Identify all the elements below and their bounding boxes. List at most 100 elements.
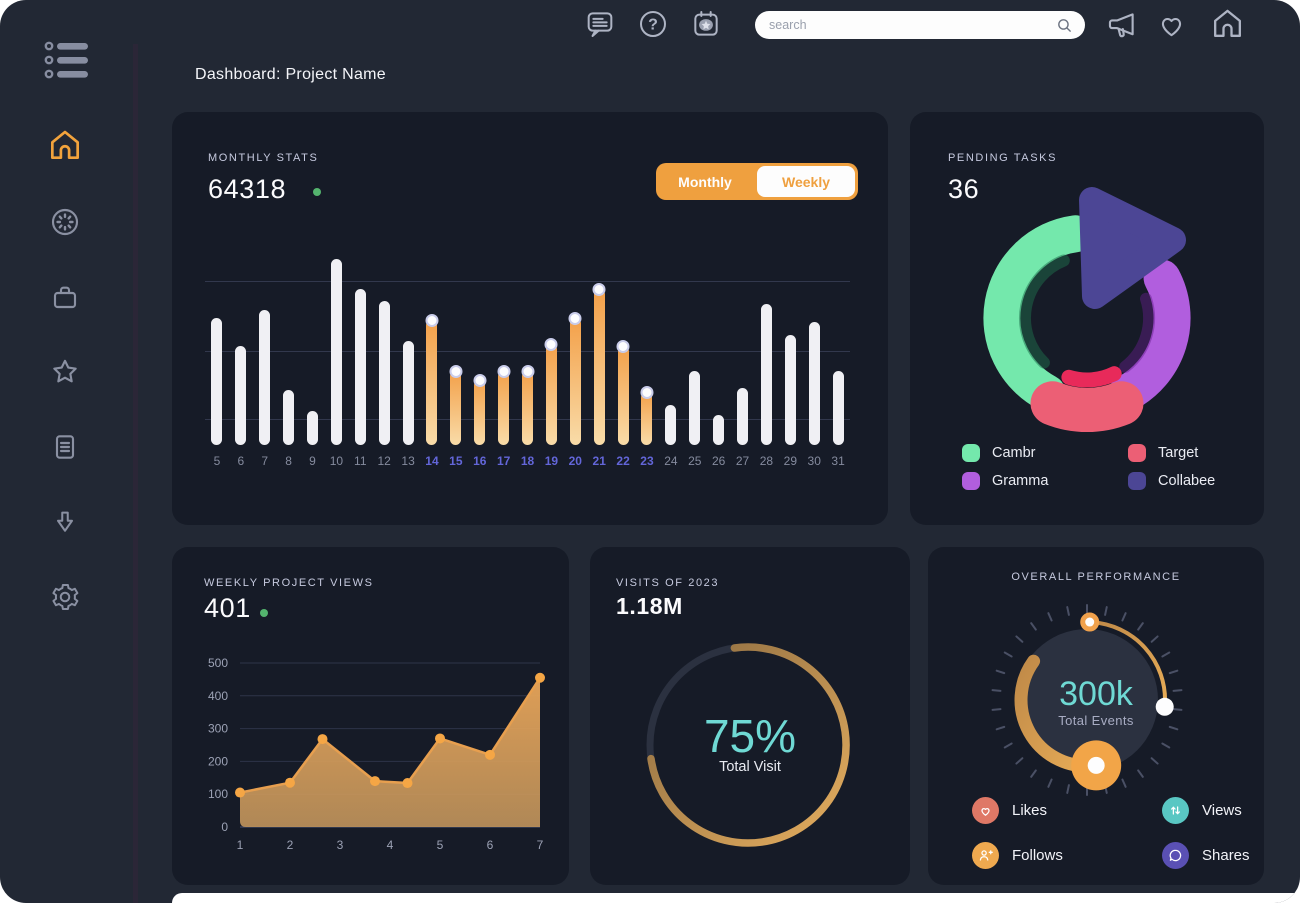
bar-tick-label: 27: [736, 454, 749, 469]
bar-slot-9: 9: [301, 245, 325, 469]
legend-swatch: [1128, 444, 1146, 462]
help-icon[interactable]: ?: [637, 8, 669, 40]
menu-list-icon[interactable]: [44, 40, 96, 80]
bar-slot-11: 11: [348, 245, 372, 469]
sidebar-item-favorites[interactable]: [49, 356, 81, 388]
sidebar-item-dashboard[interactable]: [49, 206, 81, 238]
performance-gauge: [928, 547, 1264, 797]
heart-icon[interactable]: [1156, 10, 1187, 41]
bar-day-13: [403, 341, 414, 446]
svg-text:500: 500: [208, 656, 228, 670]
performance-legend-item-shares: Shares: [1162, 842, 1250, 869]
bar-day-5: [211, 318, 222, 445]
bar-slot-19: 19: [539, 245, 563, 469]
bar-slot-20: 20: [563, 245, 587, 469]
bar-knob: [473, 374, 486, 387]
toggle-weekly-button[interactable]: Weekly: [757, 166, 855, 197]
gauge-value: 300k: [928, 675, 1264, 714]
visits-card: VISITS OF 2023 1.18M 75% Total Visit: [590, 547, 910, 885]
bar-tick-label: 25: [688, 454, 701, 469]
bar-day-17: [498, 371, 509, 445]
toggle-monthly-button[interactable]: Monthly: [656, 163, 754, 200]
bar-tick-label: 22: [616, 454, 629, 469]
gridline: [205, 281, 850, 282]
performance-legend-item-views: Views: [1162, 797, 1250, 824]
bar-tick-label: 18: [521, 454, 534, 469]
bar-tick-label: 23: [640, 454, 653, 469]
bar-slot-16: 16: [468, 245, 492, 469]
bar-day-11: [355, 289, 366, 445]
bar-day-29: [785, 335, 796, 445]
bar-slot-15: 15: [444, 245, 468, 469]
bar-slot-31: 31: [826, 245, 850, 469]
status-dot: [313, 188, 321, 196]
arrows-up-down-icon: [1162, 797, 1189, 824]
bar-day-28: [761, 304, 772, 445]
svg-text:200: 200: [208, 754, 228, 768]
person-plus-icon: [972, 842, 999, 869]
performance-legend-label: Shares: [1202, 847, 1250, 864]
sidebar-item-settings[interactable]: [49, 581, 81, 613]
monthly-bar-chart: 5678910111213141516171819202122232425262…: [205, 245, 850, 469]
svg-text:0: 0: [221, 820, 228, 834]
sidebar-item-documents[interactable]: [49, 431, 81, 463]
sidebar-item-bag[interactable]: [49, 281, 81, 313]
bar-knob: [617, 340, 630, 353]
bar-tick-label: 21: [593, 454, 606, 469]
bar-day-7: [259, 310, 270, 445]
sidebar-divider: [133, 44, 138, 903]
bar-slot-8: 8: [277, 245, 301, 469]
bar-day-26: [713, 415, 724, 445]
bar-slot-6: 6: [229, 245, 253, 469]
legend-item-cambr: Cambr: [962, 444, 1128, 462]
search-icon[interactable]: [1056, 17, 1073, 34]
svg-text:6: 6: [487, 838, 494, 852]
bar-tick-label: 19: [545, 454, 558, 469]
legend-item-collabee: Collabee: [1128, 472, 1232, 490]
home-icon[interactable]: [1209, 5, 1246, 42]
legend-swatch: [962, 472, 980, 490]
legend-label: Gramma: [992, 473, 1048, 489]
bar-tick-label: 6: [237, 454, 244, 469]
bar-day-24: [665, 405, 676, 445]
bar-tick-label: 31: [831, 454, 844, 469]
svg-text:100: 100: [208, 787, 228, 801]
monthly-stats-value: 64318: [208, 174, 286, 205]
page-title: Dashboard: Project Name: [195, 66, 386, 84]
bar-tick-label: 13: [401, 454, 414, 469]
search-bar: [755, 11, 1085, 39]
bar-day-27: [737, 388, 748, 445]
svg-text:?: ?: [648, 17, 658, 34]
bar-slot-17: 17: [492, 245, 516, 469]
bar-slot-24: 24: [659, 245, 683, 469]
overall-performance-card: OVERALL PERFORMANCE 300k Total Events Li…: [928, 547, 1264, 885]
bar-slot-23: 23: [635, 245, 659, 469]
bar-day-21: [594, 289, 605, 445]
legend-label: Cambr: [992, 445, 1036, 461]
calendar-star-icon[interactable]: [690, 8, 722, 40]
chat-icon[interactable]: [584, 8, 616, 40]
bar-day-25: [689, 371, 700, 445]
svg-text:1: 1: [237, 838, 244, 852]
period-toggle: Monthly Weekly: [656, 163, 858, 200]
bar-tick-label: 26: [712, 454, 725, 469]
bar-day-14: [426, 320, 437, 445]
sidebar-item-home[interactable]: [46, 126, 84, 164]
chat-bubble-icon: [1162, 842, 1189, 869]
pending-tasks-donut: [937, 172, 1237, 458]
legend-label: Collabee: [1158, 473, 1215, 489]
bar-knob: [497, 365, 510, 378]
bar-knob: [449, 365, 462, 378]
svg-text:4: 4: [387, 838, 394, 852]
svg-text:400: 400: [208, 689, 228, 703]
weekly-views-area-chart: 01002003004005001234567: [172, 547, 569, 885]
bar-tick-label: 30: [808, 454, 821, 469]
bar-slot-26: 26: [707, 245, 731, 469]
legend-item-gramma: Gramma: [962, 472, 1128, 490]
announcement-icon[interactable]: [1105, 8, 1139, 42]
bar-day-6: [235, 346, 246, 445]
search-input[interactable]: [767, 17, 1056, 33]
bar-tick-label: 28: [760, 454, 773, 469]
svg-text:5: 5: [437, 838, 444, 852]
sidebar-item-downloads[interactable]: [50, 507, 80, 537]
